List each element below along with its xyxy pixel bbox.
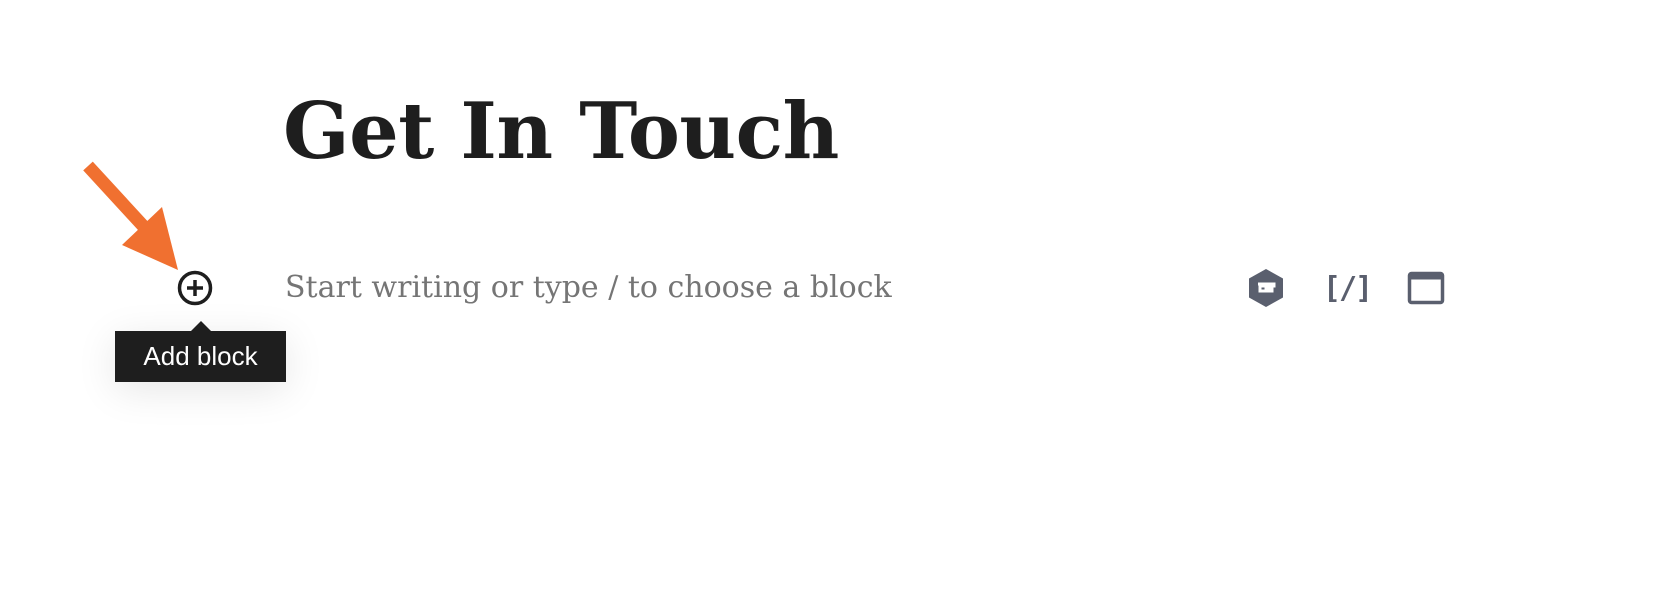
arrow-annotation-icon [83,161,178,270]
editor-canvas: Get In Touch Add block Start writing or … [0,0,1670,610]
paragraph-placeholder[interactable]: Start writing or type / to choose a bloc… [285,264,892,312]
gravity-forms-button[interactable] [1244,264,1288,312]
plus-circle-icon [177,270,213,306]
add-block-button[interactable] [175,268,215,308]
shortcode-button[interactable]: [/] [1322,264,1373,312]
gravity-forms-icon [1249,269,1283,307]
tooltip-label: Add block [143,341,258,371]
window-icon [1407,271,1445,305]
add-block-tooltip: Add block [115,321,286,382]
shortcode-icon: [/] [1322,270,1373,306]
page-title[interactable]: Get In Touch [283,84,839,180]
custom-html-button[interactable] [1404,264,1448,312]
